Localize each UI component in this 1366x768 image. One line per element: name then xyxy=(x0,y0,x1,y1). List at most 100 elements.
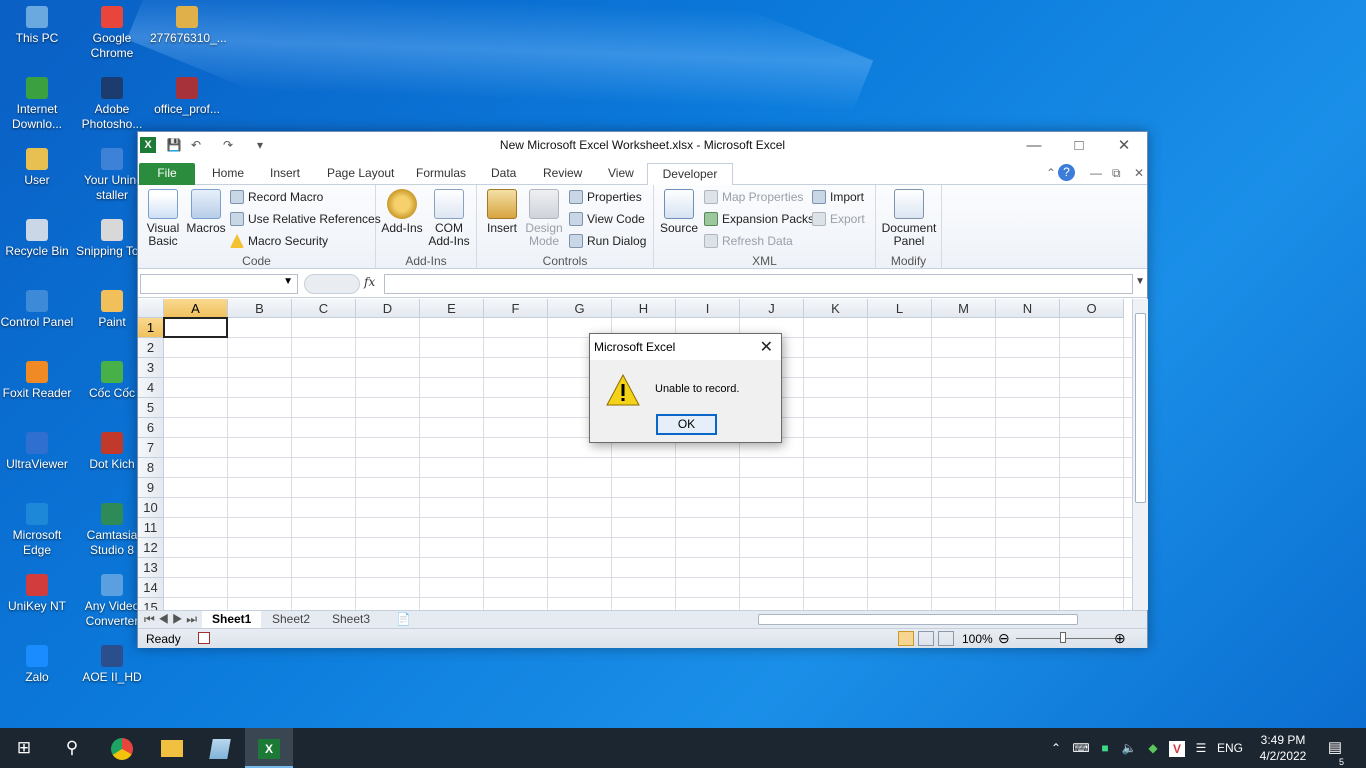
sheet-nav-buttons[interactable]: ⏮ ◀ ▶ ⏭ xyxy=(140,611,201,628)
zoom-in-icon[interactable]: ⊕ xyxy=(1114,630,1126,647)
macros-button[interactable]: Macros xyxy=(186,189,226,235)
taskbar-explorer-icon[interactable] xyxy=(148,728,196,768)
page-break-view-icon[interactable] xyxy=(938,631,954,646)
row-header[interactable]: 1 xyxy=(138,318,164,338)
unikey-tray-icon[interactable]: V xyxy=(1166,728,1188,768)
name-box[interactable]: ▼ xyxy=(140,274,298,294)
vertical-scroll-thumb[interactable] xyxy=(1135,313,1146,503)
android-icon[interactable]: ■ xyxy=(1094,728,1116,768)
column-header[interactable]: G xyxy=(548,299,612,318)
tab-page-layout[interactable]: Page Layout xyxy=(319,163,402,185)
expand-formula-bar-icon[interactable]: ▼ xyxy=(1135,276,1145,287)
refresh-data-button[interactable]: Refresh Data xyxy=(704,232,793,250)
document-panel-button[interactable]: Document Panel xyxy=(878,189,940,248)
column-header[interactable]: N xyxy=(996,299,1060,318)
close-button[interactable]: ✕ xyxy=(1101,132,1147,159)
column-header[interactable]: J xyxy=(740,299,804,318)
zoom-level[interactable]: 100% xyxy=(962,632,993,646)
row-header[interactable]: 12 xyxy=(138,538,164,558)
tab-insert[interactable]: Insert xyxy=(262,163,308,185)
row-header[interactable]: 8 xyxy=(138,458,164,478)
addins-button[interactable]: Add-Ins xyxy=(380,189,424,235)
select-all-corner[interactable] xyxy=(138,299,164,318)
taskbar-chrome-icon[interactable] xyxy=(98,728,146,768)
relative-references-button[interactable]: Use Relative References xyxy=(230,210,381,228)
tab-formulas[interactable]: Formulas xyxy=(408,163,474,185)
export-button[interactable]: Export xyxy=(812,210,865,228)
formula-bar-expander[interactable] xyxy=(304,274,360,294)
desktop-icon[interactable]: Google Chrome xyxy=(75,6,149,61)
maximize-button[interactable]: □ xyxy=(1056,132,1102,159)
row-header[interactable]: 11 xyxy=(138,518,164,538)
row-header[interactable]: 10 xyxy=(138,498,164,518)
taskbar-excel-icon[interactable]: X xyxy=(245,728,293,768)
macro-recording-icon[interactable] xyxy=(198,632,210,644)
row-header[interactable]: 15 xyxy=(138,598,164,610)
insert-sheet-icon[interactable]: 📄 xyxy=(386,611,421,628)
column-header[interactable]: O xyxy=(1060,299,1124,318)
tab-home[interactable]: Home xyxy=(204,163,252,185)
normal-view-icon[interactable] xyxy=(898,631,914,646)
column-header[interactable]: D xyxy=(356,299,420,318)
desktop-icon[interactable]: Zalo xyxy=(0,645,74,685)
design-mode-button[interactable]: Design Mode xyxy=(523,189,565,248)
row-header[interactable]: 3 xyxy=(138,358,164,378)
network-app-icon[interactable]: ◆ xyxy=(1142,728,1164,768)
tab-data[interactable]: Data xyxy=(483,163,524,185)
expansion-packs-button[interactable]: Expansion Packs xyxy=(704,210,814,228)
volume-icon[interactable]: 🔈 xyxy=(1118,728,1140,768)
desktop-icon[interactable]: Adobe Photosho... xyxy=(75,77,149,132)
sheet-tab-sheet3[interactable]: Sheet3 xyxy=(322,611,380,628)
view-code-button[interactable]: View Code xyxy=(569,210,645,228)
vertical-scrollbar[interactable] xyxy=(1132,299,1148,610)
minimize-button[interactable]: — xyxy=(1011,132,1057,159)
desktop-icon[interactable]: Control Panel xyxy=(0,290,74,330)
desktop-icon[interactable]: 277676310_... xyxy=(150,6,227,46)
column-header[interactable]: K xyxy=(804,299,868,318)
desktop-icon[interactable]: Microsoft Edge xyxy=(0,503,74,558)
row-header[interactable]: 4 xyxy=(138,378,164,398)
insert-control-button[interactable]: Insert xyxy=(481,189,523,235)
clock[interactable]: 3:49 PM 4/2/2022 xyxy=(1252,728,1314,768)
desktop-icon[interactable]: office_prof... xyxy=(150,77,224,117)
source-button[interactable]: Source xyxy=(658,189,700,235)
page-layout-view-icon[interactable] xyxy=(918,631,934,646)
tab-file[interactable]: File xyxy=(139,163,195,185)
com-addins-button[interactable]: COM Add-Ins xyxy=(426,189,472,248)
desktop-icon[interactable]: UltraViewer xyxy=(0,432,74,472)
column-header[interactable]: C xyxy=(292,299,356,318)
zoom-slider[interactable] xyxy=(1016,638,1116,639)
workbook-close-icon[interactable]: ✕ xyxy=(1126,163,1152,185)
horizontal-scrollbar[interactable] xyxy=(758,614,1078,625)
help-icon[interactable]: ? xyxy=(1058,164,1075,181)
row-header[interactable]: 5 xyxy=(138,398,164,418)
sheet-tab-sheet1[interactable]: Sheet1 xyxy=(202,611,262,628)
column-header[interactable]: B xyxy=(228,299,292,318)
row-header[interactable]: 14 xyxy=(138,578,164,598)
tray-overflow-icon[interactable]: ⌃ xyxy=(1046,728,1066,768)
start-button[interactable]: ⊞ xyxy=(0,728,48,768)
formula-input[interactable] xyxy=(384,274,1133,294)
column-header[interactable]: M xyxy=(932,299,996,318)
taskbar-app-icon[interactable] xyxy=(196,728,244,768)
active-cell-a1[interactable] xyxy=(163,317,228,338)
ime-icon[interactable]: ⌨ xyxy=(1070,728,1092,768)
zoom-out-icon[interactable]: ⊖ xyxy=(998,630,1010,647)
desktop-icon[interactable]: AOE II_HD xyxy=(75,645,149,685)
workbook-restore-icon[interactable]: ⧉ xyxy=(1104,163,1129,185)
ok-button[interactable]: OK xyxy=(656,414,717,435)
dialog-close-icon[interactable]: ✕ xyxy=(760,337,773,357)
row-header[interactable]: 2 xyxy=(138,338,164,358)
column-header[interactable]: F xyxy=(484,299,548,318)
chevron-down-icon[interactable]: ▼ xyxy=(283,276,293,287)
tab-view[interactable]: View xyxy=(600,163,642,185)
record-macro-button[interactable]: Record Macro xyxy=(230,188,323,206)
desktop-icon[interactable]: This PC xyxy=(0,6,74,46)
desktop-icon[interactable]: UniKey NT xyxy=(0,574,74,614)
search-icon[interactable]: ⚲ xyxy=(48,728,96,768)
column-header[interactable]: E xyxy=(420,299,484,318)
column-header[interactable]: L xyxy=(868,299,932,318)
column-header[interactable]: H xyxy=(612,299,676,318)
desktop-icon[interactable]: Recycle Bin xyxy=(0,219,74,259)
row-header[interactable]: 7 xyxy=(138,438,164,458)
